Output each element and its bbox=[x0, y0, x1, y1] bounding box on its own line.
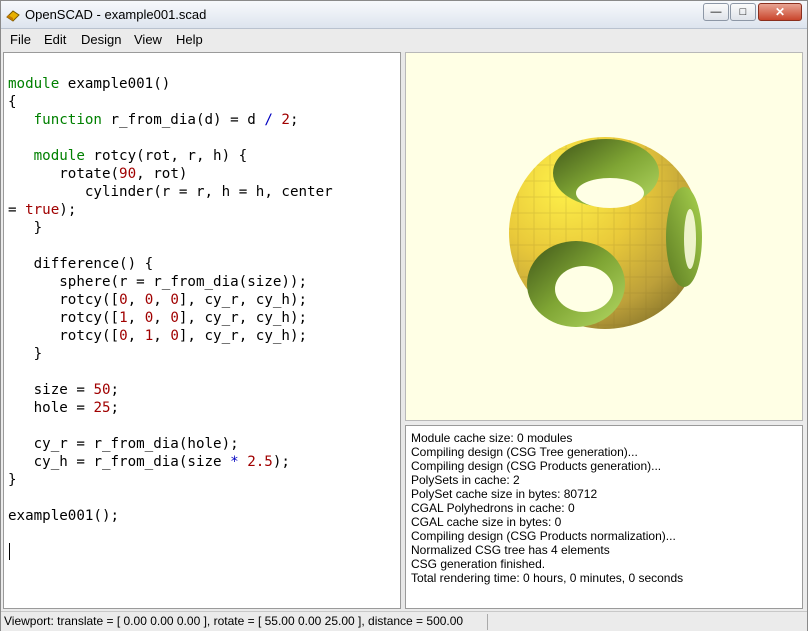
code-line[interactable]: = true); bbox=[8, 201, 333, 219]
openscad-window: OpenSCAD - example001.scad — □ ✕ File Ed… bbox=[0, 0, 808, 631]
menu-view[interactable]: View bbox=[134, 32, 162, 47]
console-line: Compiling design (CSG Products generatio… bbox=[411, 459, 662, 473]
code-line[interactable]: example001(); bbox=[8, 507, 333, 525]
code-line[interactable] bbox=[8, 525, 333, 543]
minimize-button[interactable]: — bbox=[703, 3, 729, 21]
window-title: OpenSCAD - example001.scad bbox=[25, 7, 207, 22]
console-line: CGAL cache size in bytes: 0 bbox=[411, 515, 562, 529]
code-line[interactable]: hole = 25; bbox=[8, 399, 333, 417]
code-line[interactable]: difference() { bbox=[8, 255, 333, 273]
menu-help[interactable]: Help bbox=[176, 32, 203, 47]
code-line[interactable] bbox=[8, 363, 333, 381]
code-line[interactable]: rotcy([1, 0, 0], cy_r, cy_h); bbox=[8, 309, 333, 327]
code-line[interactable]: function r_from_dia(d) = d / 2; bbox=[8, 111, 333, 129]
console-line: Compiling design (CSG Products normaliza… bbox=[411, 529, 676, 543]
rendered-model bbox=[509, 137, 702, 329]
code-line[interactable]: size = 50; bbox=[8, 381, 333, 399]
console-line: Total rendering time: 0 hours, 0 minutes… bbox=[411, 571, 684, 585]
console-line: CSG generation finished. bbox=[411, 557, 546, 571]
code-line[interactable]: sphere(r = r_from_dia(size)); bbox=[8, 273, 333, 291]
menu-edit[interactable]: Edit bbox=[44, 32, 66, 47]
console-line: Module cache size: 0 modules bbox=[411, 431, 573, 445]
close-icon: ✕ bbox=[774, 5, 786, 19]
code-line[interactable]: module rotcy(rot, r, h) { bbox=[8, 147, 333, 165]
code-line[interactable]: module example001() bbox=[8, 75, 333, 93]
code-line[interactable]: cy_h = r_from_dia(size * 2.5); bbox=[8, 453, 333, 471]
console-line: Normalized CSG tree has 4 elements bbox=[411, 543, 610, 557]
viewport-status: Viewport: translate = [ 0.00 0.00 0.00 ]… bbox=[4, 614, 464, 628]
console-panel[interactable]: Module cache size: 0 modules Compiling de… bbox=[405, 425, 803, 609]
text-cursor bbox=[9, 543, 10, 560]
menu-bar: File Edit Design View Help bbox=[1, 29, 807, 50]
code-line[interactable] bbox=[8, 237, 333, 255]
status-bar: Viewport: translate = [ 0.00 0.00 0.00 ]… bbox=[1, 611, 807, 631]
menu-design[interactable]: Design bbox=[81, 32, 121, 47]
code-line[interactable]: } bbox=[8, 345, 333, 363]
code-text[interactable]: module example001(){ function r_from_dia… bbox=[8, 75, 333, 543]
openscad-app-icon bbox=[6, 10, 20, 22]
model-right-hole bbox=[666, 187, 702, 287]
code-line[interactable]: { bbox=[8, 93, 333, 111]
close-button[interactable]: ✕ bbox=[758, 3, 802, 21]
console-line: CGAL Polyhedrons in cache: 0 bbox=[411, 501, 575, 515]
code-editor[interactable]: module example001(){ function r_from_dia… bbox=[3, 52, 401, 609]
status-separator bbox=[487, 614, 488, 630]
console-line: PolySet cache size in bytes: 80712 bbox=[411, 487, 598, 501]
3d-viewport[interactable] bbox=[405, 52, 803, 421]
code-line[interactable]: rotcy([0, 0, 0], cy_r, cy_h); bbox=[8, 291, 333, 309]
code-line[interactable]: cy_r = r_from_dia(hole); bbox=[8, 435, 333, 453]
code-line[interactable] bbox=[8, 489, 333, 507]
code-line[interactable]: rotcy([0, 1, 0], cy_r, cy_h); bbox=[8, 327, 333, 345]
title-bar: OpenSCAD - example001.scad — □ ✕ bbox=[1, 1, 807, 29]
code-line[interactable]: rotate(90, rot) bbox=[8, 165, 333, 183]
code-line[interactable]: cylinder(r = r, h = h, center bbox=[8, 183, 333, 201]
code-line[interactable]: } bbox=[8, 471, 333, 489]
menu-file[interactable]: File bbox=[10, 32, 31, 47]
maximize-icon: □ bbox=[739, 6, 747, 18]
minimize-icon: — bbox=[710, 6, 722, 18]
console-line: Compiling design (CSG Tree generation)..… bbox=[411, 445, 638, 459]
code-line[interactable] bbox=[8, 417, 333, 435]
console-line: PolySets in cache: 2 bbox=[411, 473, 520, 487]
code-line[interactable]: } bbox=[8, 219, 333, 237]
code-line[interactable] bbox=[8, 129, 333, 147]
model-front-hole bbox=[527, 241, 625, 327]
maximize-button[interactable]: □ bbox=[730, 3, 756, 21]
